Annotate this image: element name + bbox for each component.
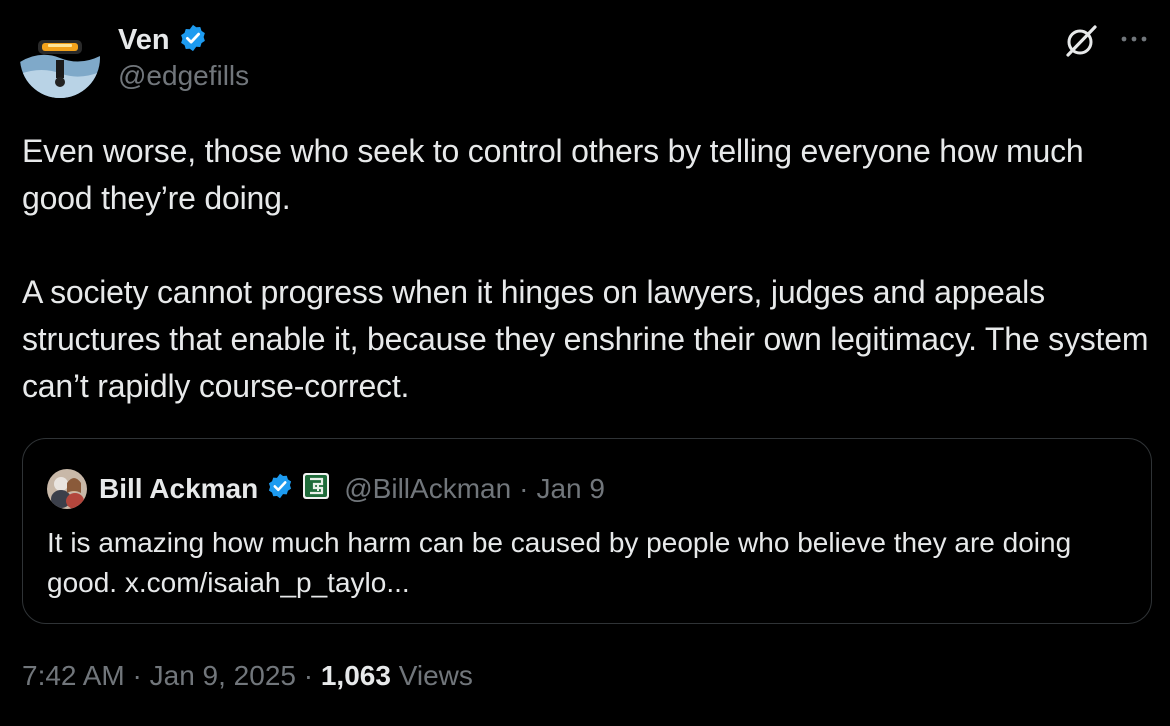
author-name-row: Ven bbox=[118, 20, 208, 60]
grok-icon[interactable] bbox=[1062, 22, 1100, 60]
views-count[interactable]: 1,063 bbox=[321, 660, 391, 691]
tweet-time[interactable]: 7:42 AM bbox=[22, 660, 125, 691]
quoted-tweet-date[interactable]: Jan 9 bbox=[536, 473, 605, 505]
footer-separator: · bbox=[132, 660, 142, 691]
affiliate-badge-icon[interactable] bbox=[302, 472, 330, 507]
author-avatar[interactable] bbox=[20, 18, 100, 98]
author-display-name[interactable]: Ven bbox=[118, 24, 170, 57]
tweet-date[interactable]: Jan 9, 2025 bbox=[150, 660, 296, 691]
author-handle[interactable]: @edgefills bbox=[118, 60, 249, 92]
quoted-author-name[interactable]: Bill Ackman bbox=[99, 473, 258, 505]
quoted-tweet-card[interactable]: Bill Ackman @BillAckman · Jan 9 It is am… bbox=[22, 438, 1152, 624]
verified-badge-icon bbox=[178, 23, 208, 58]
views-label[interactable]: Views bbox=[399, 660, 473, 691]
quoted-tweet-header: Bill Ackman @BillAckman · Jan 9 bbox=[47, 469, 605, 509]
quoted-meta-separator: · bbox=[519, 473, 529, 504]
quoted-author-handle[interactable]: @BillAckman bbox=[344, 473, 511, 505]
tweet-footer: 7:42 AM · Jan 9, 2025 · 1,063 Views bbox=[22, 660, 473, 692]
quoted-author-avatar[interactable] bbox=[47, 469, 87, 509]
footer-separator: · bbox=[303, 660, 314, 691]
verified-badge-icon bbox=[266, 472, 294, 507]
quoted-tweet-text: It is amazing how much harm can be cause… bbox=[47, 527, 1072, 598]
tweet-text: Even worse, those who seek to control ot… bbox=[22, 133, 1149, 404]
more-icon[interactable] bbox=[1114, 24, 1154, 54]
